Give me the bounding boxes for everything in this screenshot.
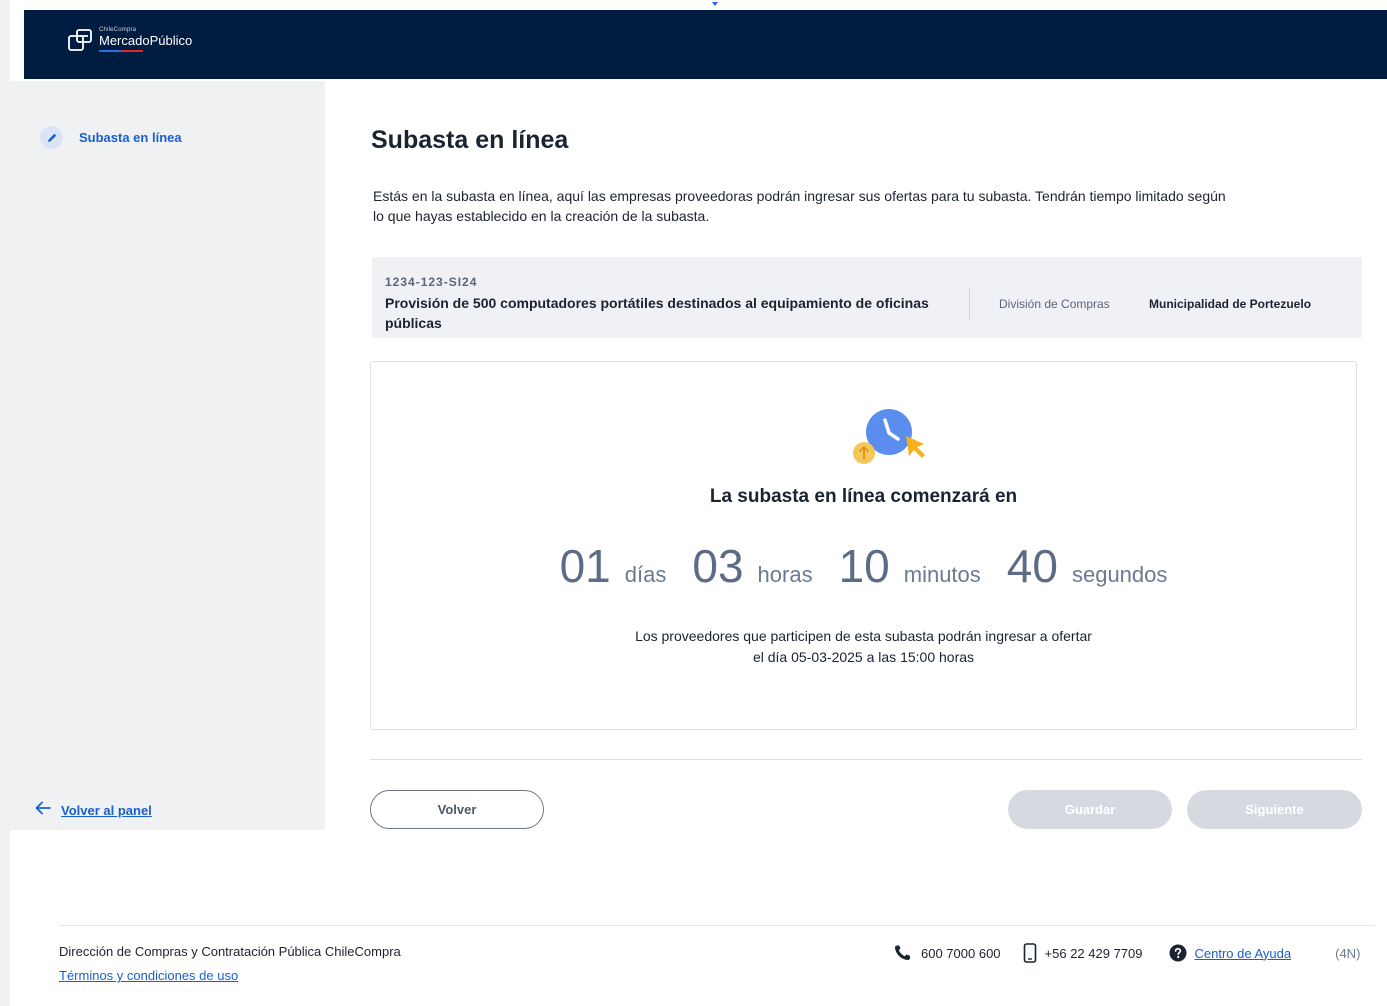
mobile-phone-icon	[1023, 943, 1037, 963]
sidebar-item-subasta-en-linea[interactable]: Subasta en línea	[40, 126, 182, 149]
mercadopublico-logo[interactable]: ChileCompra MercadoPúblico	[67, 27, 192, 53]
help-center-link[interactable]: Centro de Ayuda	[1195, 946, 1292, 961]
back-to-panel-link[interactable]: Volver al panel	[35, 801, 152, 820]
top-strip	[10, 0, 1387, 10]
top-header: ChileCompra MercadoPúblico	[24, 10, 1387, 79]
arrow-left-icon	[35, 801, 51, 820]
auction-department: División de Compras	[999, 297, 1110, 311]
auction-info-card: 1234-123-SI24 Provisión de 500 computado…	[372, 257, 1362, 338]
section-divider	[370, 759, 1362, 760]
logo-brand-text: MercadoPúblico	[99, 33, 193, 48]
logo-mark-icon	[67, 27, 93, 53]
info-divider	[969, 287, 970, 321]
footer-divider	[59, 925, 1375, 926]
back-button[interactable]: Volver	[370, 790, 544, 829]
countdown-note: Los proveedores que participen de esta s…	[371, 626, 1356, 668]
countdown-minutes: 10	[838, 540, 890, 592]
countdown-card: La subasta en línea comenzará en 01 días…	[370, 361, 1357, 730]
countdown-timer: 01 días 03 horas 10 minutos 40 segundos	[371, 538, 1356, 594]
terms-link[interactable]: Términos y condiciones de uso	[59, 968, 238, 983]
countdown-hours-label: horas	[757, 562, 813, 587]
countdown-days-label: días	[624, 562, 667, 587]
footer-phone: 600 7000 600	[921, 945, 1001, 961]
countdown-hours: 03	[692, 540, 744, 592]
phone-icon	[893, 944, 913, 962]
auction-municipality: Municipalidad de Portezuelo	[1149, 297, 1312, 311]
footer-organization: Dirección de Compras y Contratación Públ…	[59, 944, 401, 959]
countdown-note-line2: el día 05-03-2025 a las 15:00 horas	[752, 649, 975, 665]
footer-code: (4N)	[1335, 945, 1361, 961]
clock-cursor-icon	[851, 408, 931, 466]
sidebar-item-label: Subasta en línea	[79, 130, 182, 145]
logo-underline	[99, 50, 192, 52]
footer-mobile: +56 22 429 7709	[1044, 945, 1143, 961]
page-left-edge	[0, 0, 10, 1006]
countdown-note-line1: Los proveedores que participen de esta s…	[635, 628, 1092, 644]
intro-text: Estás en la subasta en línea, aquí las e…	[373, 188, 1226, 224]
sidebar: Subasta en línea Volver al panel	[10, 81, 325, 830]
save-button[interactable]: Guardar	[1008, 790, 1172, 829]
auction-title: Provisión de 500 computadores portátiles…	[385, 295, 929, 331]
top-caret-icon	[712, 2, 718, 6]
auction-code: 1234-123-SI24	[385, 275, 478, 289]
footer-contact: 600 7000 600 +56 22 429 7709 Centro de A…	[893, 943, 1360, 963]
countdown-minutes-label: minutos	[903, 562, 981, 587]
countdown-seconds-label: segundos	[1071, 562, 1168, 587]
page-title: Subasta en línea	[371, 126, 569, 154]
pencil-icon	[40, 126, 63, 149]
countdown-seconds: 40	[1006, 540, 1058, 592]
next-button[interactable]: Siguiente	[1187, 790, 1362, 829]
countdown-heading: La subasta en línea comenzará en	[709, 486, 1018, 507]
help-icon	[1169, 944, 1187, 962]
back-to-panel-label: Volver al panel	[61, 803, 152, 818]
countdown-days: 01	[559, 540, 611, 592]
